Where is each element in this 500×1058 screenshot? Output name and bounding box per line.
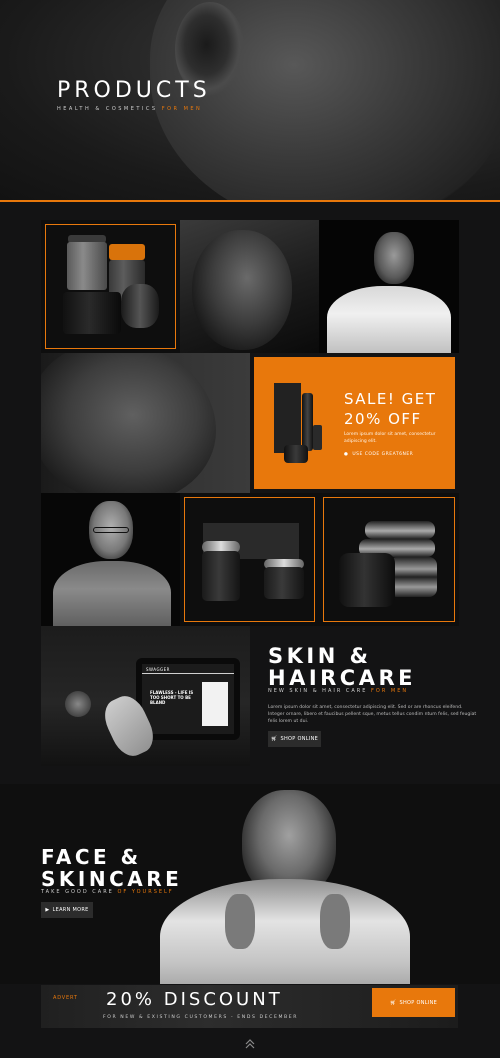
discount-subtitle: FOR NEW & EXISTING CUSTOMERS - ENDS DECE…	[103, 1015, 299, 1020]
small-bottle-image	[313, 425, 322, 450]
jar-image	[202, 551, 240, 601]
shop-online-button[interactable]: 🛒︎ SHOP ONLINE	[268, 731, 321, 747]
photo-tile-profile[interactable]	[180, 220, 319, 353]
play-icon: ▶	[45, 907, 50, 913]
sale-code-text: USE CODE GREAT6NER	[352, 452, 414, 457]
white-shirt-image	[327, 286, 451, 353]
learn-more-button[interactable]: ▶ LEARN MORE	[41, 902, 93, 918]
tub-image	[63, 292, 121, 334]
face-subtitle-accent: OF YOURSELF	[117, 889, 174, 895]
hero-subtitle-text: HEALTH & COSMETICS	[57, 106, 158, 112]
discount-shop-online-label: SHOP ONLINE	[399, 999, 438, 1006]
sale-title: SALE! GET 20% OFF	[344, 390, 437, 428]
tablet-headline: FLAWLESS - LIFE IS TOO SHORT TO BE BLAND	[150, 690, 194, 705]
tablet-brand: SWAGGER	[146, 667, 170, 672]
hero-subtitle: HEALTH & COSMETICS FOR MEN	[57, 106, 202, 112]
photo-tile-man-glasses[interactable]	[41, 493, 180, 626]
model-hand-image	[320, 894, 350, 949]
photo-tile-man-white-shirt[interactable]	[319, 220, 459, 353]
skin-subtitle-text: NEW SKIN & HAIR CARE	[268, 688, 368, 694]
tablet-nav-bar	[142, 673, 234, 674]
glasses-image	[93, 527, 129, 533]
model-hand-image	[225, 894, 255, 949]
lid-image	[121, 284, 159, 328]
jar-image	[284, 445, 308, 463]
tin-stack-image	[389, 557, 437, 597]
skin-haircare-title: SKIN & HAIRCARE	[268, 645, 416, 689]
face-title-line1: FACE &	[41, 845, 142, 869]
skin-haircare-description: Lorem ipsum dolor sit amet, consectetur …	[268, 705, 477, 724]
model-shirt-image	[160, 879, 410, 984]
shop-online-button-label: SHOP ONLINE	[280, 736, 319, 742]
tablet-sidebar-panel	[202, 682, 228, 726]
discount-title: 20% DISCOUNT	[106, 989, 283, 1010]
discount-advert-bar: ADVERT 20% DISCOUNT FOR NEW & EXISTING C…	[41, 985, 458, 1028]
jar-image	[339, 553, 395, 607]
tablet-screen: SWAGGER FLAWLESS - LIFE IS TOO SHORT TO …	[142, 664, 234, 734]
bottle-image	[302, 393, 313, 451]
scroll-to-top-button[interactable]	[242, 1036, 258, 1052]
product-tin-image	[65, 691, 91, 717]
hoodie-image	[53, 561, 171, 626]
skin-haircare-subtitle: NEW SKIN & HAIR CARE FOR MEN	[268, 688, 408, 694]
skin-subtitle-accent: FOR MEN	[371, 688, 409, 694]
orange-lid-image	[109, 244, 145, 260]
tin-stack-image	[365, 521, 435, 539]
product-box-image	[274, 383, 301, 453]
skin-title-line2: HAIRCARE	[268, 666, 416, 690]
jar-image	[67, 242, 107, 290]
skin-title-line1: SKIN &	[268, 644, 372, 668]
advert-label: ADVERT	[53, 995, 78, 1001]
chevron-up-icon	[245, 1039, 255, 1049]
learn-more-button-label: LEARN MORE	[52, 907, 89, 913]
sale-code: ● USE CODE GREAT6NER	[344, 452, 413, 457]
profile-portrait-image	[192, 230, 292, 350]
face-skincare-title: FACE & SKINCARE	[41, 846, 182, 890]
product-tile-jars[interactable]	[41, 220, 180, 353]
cart-icon: 🛒︎	[389, 999, 397, 1006]
page-title: PRODUCTS	[57, 78, 211, 103]
hero-subtitle-accent: FOR MEN	[161, 106, 203, 112]
hero-divider	[0, 200, 500, 202]
product-tile-creams[interactable]	[180, 493, 319, 626]
photo-tile-face-closeup[interactable]	[41, 353, 250, 493]
face-skincare-subtitle: TAKE GOOD CARE OF YOURSELF	[41, 889, 174, 895]
face-subtitle-text: TAKE GOOD CARE	[41, 889, 114, 895]
sale-description: Lorem ipsum dolor sit amet, consectetur …	[344, 432, 436, 444]
man-face-image	[374, 232, 414, 284]
cart-icon: 🛒︎	[270, 736, 278, 742]
photo-tile-tablet[interactable]: SWAGGER FLAWLESS - LIFE IS TOO SHORT TO …	[41, 626, 250, 766]
face-closeup-image	[41, 353, 216, 493]
jar-image	[264, 567, 304, 599]
product-tile-tins[interactable]	[319, 493, 459, 626]
sale-promo-card[interactable]: SALE! GET 20% OFF Lorem ipsum dolor sit …	[254, 357, 455, 489]
circle-icon: ●	[344, 452, 349, 457]
face-title-line2: SKINCARE	[41, 867, 183, 891]
discount-shop-online-button[interactable]: 🛒︎ SHOP ONLINE	[372, 988, 455, 1017]
hero-banner: PRODUCTS HEALTH & COSMETICS FOR MEN	[0, 0, 500, 200]
